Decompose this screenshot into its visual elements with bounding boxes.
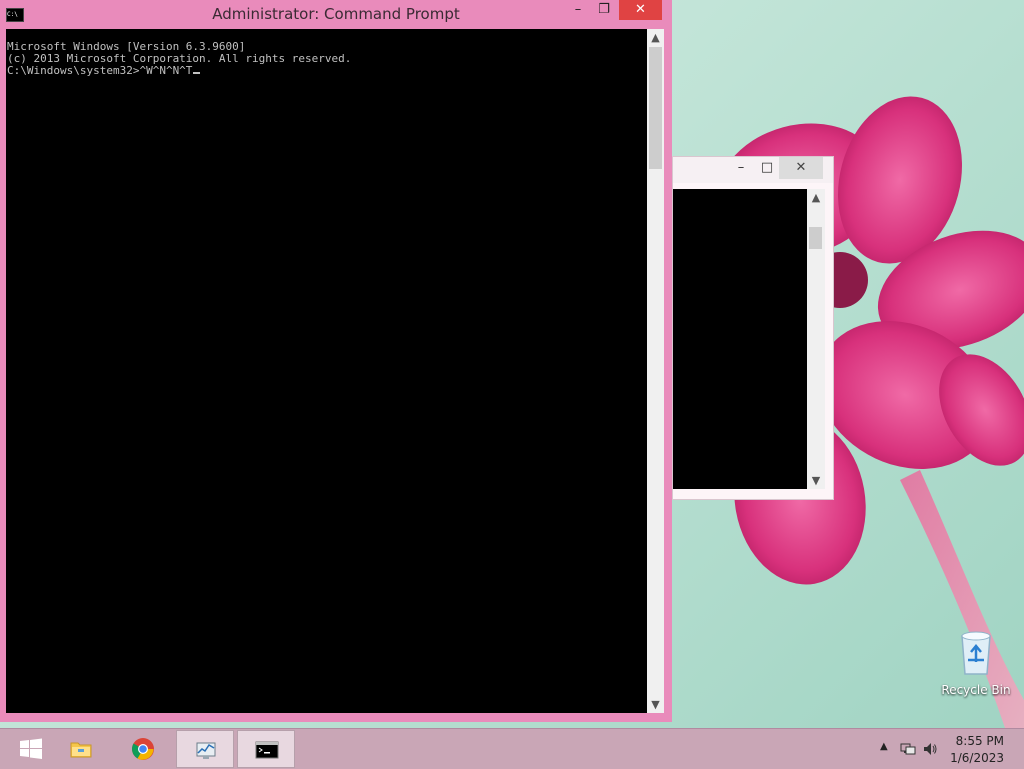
recycle-bin[interactable]: Recycle Bin: [940, 630, 1012, 697]
chrome-icon: [132, 738, 154, 760]
console-prompt: C:\Windows\system32>^W^N^N^T: [7, 64, 193, 77]
taskbar-chrome[interactable]: [114, 730, 172, 768]
window-titlebar[interactable]: C:\ Administrator: Command Prompt – ❐ ✕: [0, 0, 672, 28]
taskbar-command-prompt[interactable]: [237, 730, 295, 768]
vertical-scrollbar[interactable]: ▲ ▼: [647, 29, 664, 713]
recycle-bin-label: Recycle Bin: [941, 683, 1011, 697]
command-prompt-window[interactable]: C:\ Administrator: Command Prompt – ❐ ✕ …: [0, 0, 672, 722]
taskbar-performance-monitor[interactable]: [176, 730, 234, 768]
volume-icon[interactable]: [922, 741, 938, 757]
restore-button[interactable]: ❐: [592, 0, 616, 20]
scroll-down-icon[interactable]: ▼: [807, 474, 825, 487]
system-tray: ▲ 8:55 PM 1/6/2023: [864, 729, 1024, 769]
close-button[interactable]: ✕: [619, 0, 662, 20]
background-scroll-thumb[interactable]: [809, 227, 822, 249]
minimize-button[interactable]: –: [566, 0, 590, 20]
background-console-area[interactable]: [673, 189, 807, 489]
background-close-button[interactable]: ✕: [779, 157, 823, 179]
taskbar-file-explorer[interactable]: [52, 730, 110, 768]
background-console-window[interactable]: – □ ✕ ▲ ▼: [672, 156, 834, 500]
background-vertical-scrollbar[interactable]: ▲ ▼: [807, 189, 825, 489]
console-output[interactable]: Microsoft Windows [Version 6.3.9600] (c) …: [6, 29, 647, 713]
scroll-thumb[interactable]: [649, 47, 662, 169]
scroll-down-icon[interactable]: ▼: [647, 698, 664, 711]
console-prompt-line[interactable]: C:\Windows\system32>^W^N^N^T: [6, 65, 647, 77]
background-window-titlebar[interactable]: – □ ✕: [673, 157, 833, 183]
clock-time[interactable]: 8:55 PM: [956, 734, 1004, 748]
clock-date[interactable]: 1/6/2023: [950, 751, 1004, 765]
scroll-up-icon[interactable]: ▲: [647, 31, 664, 44]
recycle-bin-icon: [961, 631, 991, 675]
background-minimize-button[interactable]: –: [727, 157, 755, 179]
windows-start-icon: [20, 738, 42, 759]
network-icon[interactable]: [900, 741, 916, 757]
taskbar: ▲ 8:55 PM 1/6/2023: [0, 728, 1024, 769]
text-cursor: [193, 72, 201, 74]
background-maximize-button[interactable]: □: [753, 157, 781, 179]
folder-icon: [70, 742, 92, 758]
show-hidden-icons-chevron-icon[interactable]: ▲: [880, 741, 888, 752]
scroll-up-icon[interactable]: ▲: [807, 191, 825, 204]
performance-monitor-icon: [196, 742, 216, 759]
cmd-icon: [255, 741, 279, 759]
